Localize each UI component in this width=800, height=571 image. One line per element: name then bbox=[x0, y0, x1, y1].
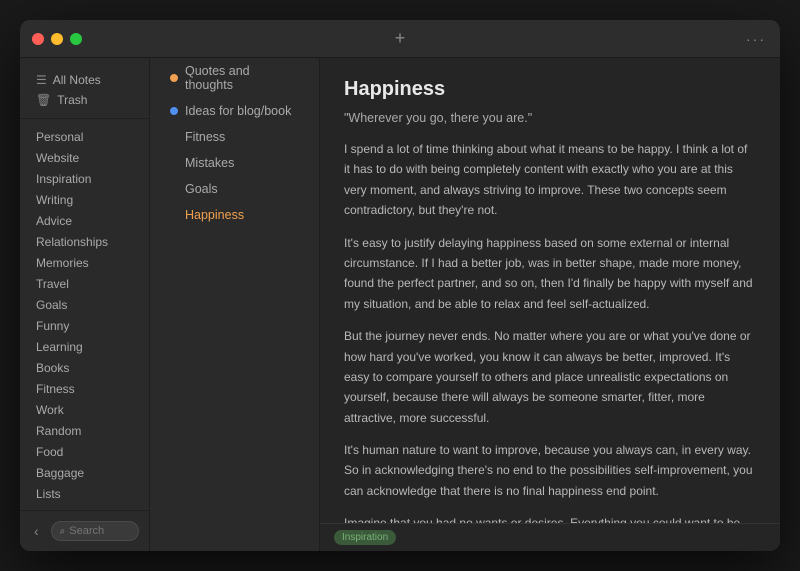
note-paragraph-4: Imagine that you had no wants or desires… bbox=[344, 513, 756, 523]
all-notes-item[interactable]: ☰ All Notes bbox=[30, 70, 139, 90]
sidebar-bottom: ‹ ⌕ bbox=[20, 510, 149, 551]
search-icon: ⌕ bbox=[60, 526, 66, 537]
note-item-quotes[interactable]: Quotes and thoughts bbox=[156, 59, 313, 97]
trash-item[interactable]: 🗑 Trash bbox=[30, 90, 139, 110]
add-note-button[interactable]: + bbox=[395, 28, 406, 49]
back-button[interactable]: ‹ bbox=[30, 519, 43, 543]
sidebar-top-section: ☰ All Notes 🗑 Trash bbox=[20, 58, 149, 119]
search-input[interactable] bbox=[69, 525, 130, 537]
sidebar-left: ☰ All Notes 🗑 Trash PersonalWebsiteInspi… bbox=[20, 58, 150, 551]
note-item-label-mistakes: Mistakes bbox=[185, 156, 234, 170]
note-tag-badge[interactable]: Inspiration bbox=[334, 530, 396, 545]
note-paragraph-0: I spend a lot of time thinking about wha… bbox=[344, 139, 756, 221]
note-item-label-goals: Goals bbox=[185, 182, 218, 196]
note-item-ideas[interactable]: Ideas for blog/book bbox=[156, 99, 313, 123]
sidebar-tag-travel[interactable]: Travel bbox=[30, 274, 139, 294]
note-paragraph-1: It's easy to justify delaying happiness … bbox=[344, 233, 756, 315]
traffic-lights bbox=[32, 33, 82, 45]
note-item-fitness[interactable]: Fitness bbox=[156, 125, 313, 149]
app-window: + ··· ☰ All Notes 🗑 Trash PersonalWebsit… bbox=[20, 20, 780, 551]
note-body: I spend a lot of time thinking about wha… bbox=[344, 139, 756, 523]
sidebar-tag-funny[interactable]: Funny bbox=[30, 316, 139, 336]
dot-icon-ideas bbox=[170, 107, 178, 115]
note-item-mistakes[interactable]: Mistakes bbox=[156, 151, 313, 175]
note-paragraph-3: It's human nature to want to improve, be… bbox=[344, 440, 756, 501]
minimize-button[interactable] bbox=[51, 33, 63, 45]
note-title: Happiness bbox=[344, 78, 756, 101]
search-bar[interactable]: ⌕ bbox=[51, 521, 139, 541]
note-footer: Inspiration bbox=[320, 523, 780, 551]
content-area: ☰ All Notes 🗑 Trash PersonalWebsiteInspi… bbox=[20, 58, 780, 551]
all-notes-label: All Notes bbox=[53, 73, 101, 87]
note-area: Happiness "Wherever you go, there you ar… bbox=[320, 58, 780, 523]
sidebar-tag-writing[interactable]: Writing bbox=[30, 190, 139, 210]
sidebar-tag-goals[interactable]: Goals bbox=[30, 295, 139, 315]
sidebar-tag-lists[interactable]: Lists bbox=[30, 484, 139, 504]
sidebar-tag-fitness[interactable]: Fitness bbox=[30, 379, 139, 399]
all-notes-icon: ☰ bbox=[36, 73, 47, 87]
titlebar: + ··· bbox=[20, 20, 780, 58]
note-item-label-ideas: Ideas for blog/book bbox=[185, 104, 291, 118]
trash-label: Trash bbox=[57, 93, 87, 107]
tags-list: PersonalWebsiteInspirationWritingAdviceR… bbox=[20, 119, 149, 510]
sidebar-tag-advice[interactable]: Advice bbox=[30, 211, 139, 231]
note-quote: "Wherever you go, there you are." bbox=[344, 111, 756, 125]
note-item-happiness[interactable]: Happiness bbox=[156, 203, 313, 227]
sidebar-tag-memories[interactable]: Memories bbox=[30, 253, 139, 273]
maximize-button[interactable] bbox=[70, 33, 82, 45]
sidebar-tag-random[interactable]: Random bbox=[30, 421, 139, 441]
close-button[interactable] bbox=[32, 33, 44, 45]
sidebar-tag-baggage[interactable]: Baggage bbox=[30, 463, 139, 483]
dot-icon-quotes bbox=[170, 74, 178, 82]
note-paragraph-2: But the journey never ends. No matter wh… bbox=[344, 326, 756, 428]
sidebar-tag-work[interactable]: Work bbox=[30, 400, 139, 420]
note-item-goals[interactable]: Goals bbox=[156, 177, 313, 201]
more-options-button[interactable]: ··· bbox=[746, 31, 766, 47]
sidebar-tag-books[interactable]: Books bbox=[30, 358, 139, 378]
sidebar-tag-website[interactable]: Website bbox=[30, 148, 139, 168]
sidebar-tag-personal[interactable]: Personal bbox=[30, 127, 139, 147]
note-item-label-fitness: Fitness bbox=[185, 130, 225, 144]
main-content: Happiness "Wherever you go, there you ar… bbox=[320, 58, 780, 551]
note-item-label-quotes: Quotes and thoughts bbox=[185, 64, 299, 92]
sidebar-tag-food[interactable]: Food bbox=[30, 442, 139, 462]
sidebar-tag-inspiration[interactable]: Inspiration bbox=[30, 169, 139, 189]
note-item-label-happiness: Happiness bbox=[185, 208, 244, 222]
sidebar-tag-learning[interactable]: Learning bbox=[30, 337, 139, 357]
trash-icon: 🗑 bbox=[36, 93, 51, 107]
sidebar-tag-relationships[interactable]: Relationships bbox=[30, 232, 139, 252]
notes-panel: Quotes and thoughts Ideas for blog/book Fi… bbox=[150, 58, 320, 551]
